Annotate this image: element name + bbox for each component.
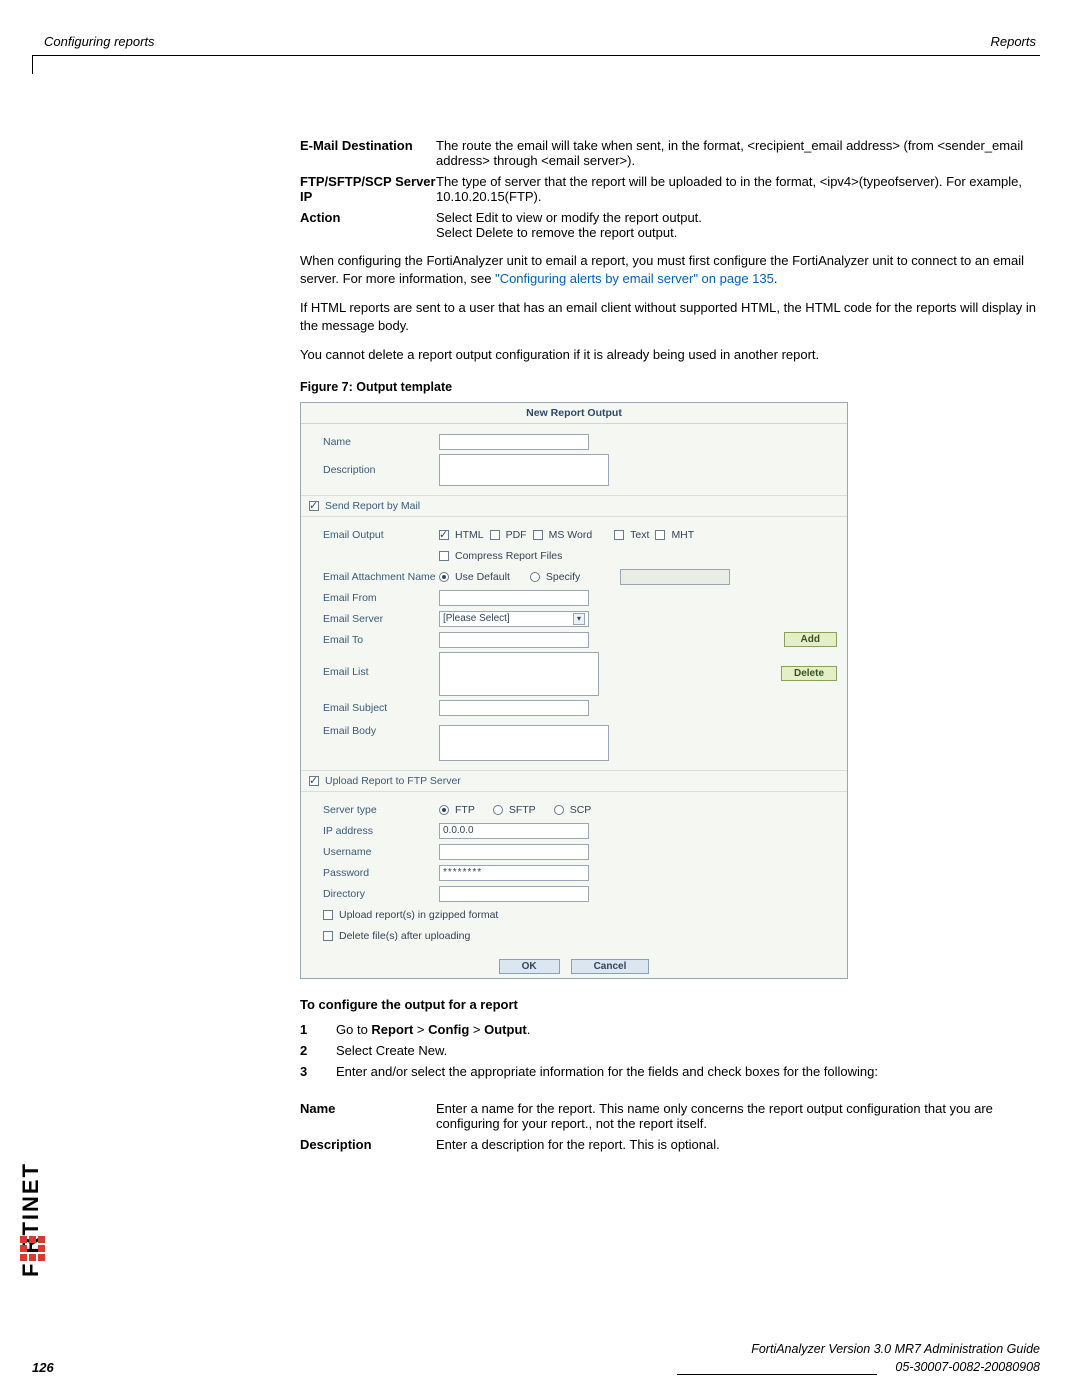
btn-ok[interactable]: OK: [499, 959, 560, 974]
def2-term-desc: Description: [300, 1137, 436, 1152]
lbl-gzip: Upload report(s) in gzipped format: [339, 909, 498, 921]
lbl-specify: Specify: [546, 571, 580, 583]
rb-specify[interactable]: [530, 572, 540, 582]
rb-ftp[interactable]: [439, 805, 449, 815]
header-right: Reports: [990, 34, 1036, 49]
cb-compress[interactable]: [439, 551, 449, 561]
rb-scp[interactable]: [554, 805, 564, 815]
lbl-mht: MHT: [671, 529, 694, 541]
lbl-html: HTML: [455, 529, 484, 541]
step-num-2: 2: [300, 1043, 336, 1058]
steps-title: To configure the output for a report: [300, 997, 1046, 1012]
btn-add[interactable]: Add: [784, 632, 837, 647]
lbl-ip: IP address: [311, 825, 439, 837]
fld-user[interactable]: [439, 844, 589, 860]
lbl-pass: Password: [311, 867, 439, 879]
btn-cancel[interactable]: Cancel: [571, 959, 650, 974]
sel-server[interactable]: [Please Select]▾: [439, 611, 589, 627]
def-desc-email-dest: The route the email will take when sent,…: [436, 138, 1046, 168]
lbl-attach: Email Attachment Name: [311, 571, 439, 583]
lbl-email-output: Email Output: [311, 529, 439, 541]
step-text-2: Select Create New.: [336, 1043, 1046, 1058]
def2-desc-desc: Enter a description for the report. This…: [436, 1137, 1046, 1152]
lbl-scp: SCP: [570, 804, 592, 816]
cb-html[interactable]: [439, 530, 449, 540]
cb-gzip[interactable]: [323, 910, 333, 920]
fld-desc-input[interactable]: [439, 454, 609, 486]
step-text-3: Enter and/or select the appropriate info…: [336, 1064, 1046, 1079]
fld-name-label: Name: [311, 436, 439, 448]
fld-subj[interactable]: [439, 700, 589, 716]
cb-pdf[interactable]: [490, 530, 500, 540]
rb-usedefault[interactable]: [439, 572, 449, 582]
step-text-1: Go to Report > Config > Output.: [336, 1022, 1046, 1037]
lbl-stype: Server type: [311, 804, 439, 816]
def2-desc-name: Enter a name for the report. This name o…: [436, 1101, 1046, 1131]
chevron-down-icon: ▾: [573, 613, 585, 625]
logo-icon: [20, 1236, 45, 1261]
lbl-text: Text: [630, 529, 649, 541]
lbl-pdf: PDF: [506, 529, 527, 541]
cb-delafter[interactable]: [323, 931, 333, 941]
fld-specify-input[interactable]: [620, 569, 730, 585]
link-configuring-alerts[interactable]: "Configuring alerts by email server" on …: [495, 271, 774, 286]
figure-caption: Figure 7: Output template: [300, 380, 1046, 394]
rb-sftp[interactable]: [493, 805, 503, 815]
fld-desc-label: Description: [311, 464, 439, 476]
footer-line1: FortiAnalyzer Version 3.0 MR7 Administra…: [32, 1341, 1040, 1357]
fld-list[interactable]: [439, 652, 599, 696]
lbl-list: Email List: [311, 652, 439, 678]
para1b: .: [774, 271, 778, 286]
lbl-user: Username: [311, 846, 439, 858]
def-term-ftp-ip: FTP/SFTP/SCP Server IP: [300, 174, 436, 204]
lbl-upload-ftp: Upload Report to FTP Server: [325, 775, 461, 787]
fld-pass[interactable]: ********: [439, 865, 589, 881]
lbl-sftp: SFTP: [509, 804, 536, 816]
lbl-usedefault: Use Default: [455, 571, 510, 583]
lbl-ftp: FTP: [455, 804, 475, 816]
def2-term-name: Name: [300, 1101, 436, 1131]
lbl-delafter: Delete file(s) after uploading: [339, 930, 470, 942]
figure-output-template: New Report Output Name Description Send …: [300, 402, 848, 979]
figure-title: New Report Output: [301, 403, 847, 424]
header-left: Configuring reports: [44, 34, 155, 49]
footer-line2: 05-30007-0082-20080908: [895, 1359, 1040, 1375]
fld-ip[interactable]: 0.0.0.0: [439, 823, 589, 839]
cb-text[interactable]: [614, 530, 624, 540]
lbl-subj: Email Subject: [311, 702, 439, 714]
step-num-1: 1: [300, 1022, 336, 1037]
para2: If HTML reports are sent to a user that …: [300, 299, 1046, 334]
btn-delete[interactable]: Delete: [781, 666, 837, 681]
page-number: 126: [32, 1360, 54, 1375]
lbl-to: Email To: [311, 634, 439, 646]
para3: You cannot delete a report output config…: [300, 346, 1046, 364]
fld-to[interactable]: [439, 632, 589, 648]
fld-name-input[interactable]: [439, 434, 589, 450]
def-desc-action: Select Edit to view or modify the report…: [436, 210, 1046, 240]
brand-logo: F RTINET: [18, 1162, 44, 1277]
def-term-action: Action: [300, 210, 436, 240]
lbl-msword: MS Word: [549, 529, 593, 541]
step-num-3: 3: [300, 1064, 336, 1079]
fld-from[interactable]: [439, 590, 589, 606]
lbl-compress: Compress Report Files: [455, 550, 562, 562]
lbl-from: Email From: [311, 592, 439, 604]
fld-dir[interactable]: [439, 886, 589, 902]
cb-mht[interactable]: [655, 530, 665, 540]
lbl-server: Email Server: [311, 613, 439, 625]
lbl-send-mail: Send Report by Mail: [325, 500, 420, 512]
def-term-email-dest: E-Mail Destination: [300, 138, 436, 168]
cb-upload-ftp[interactable]: [309, 776, 319, 786]
cb-msword[interactable]: [533, 530, 543, 540]
def-desc-ftp-ip: The type of server that the report will …: [436, 174, 1046, 204]
lbl-body: Email Body: [311, 725, 439, 737]
fld-body[interactable]: [439, 725, 609, 761]
cb-send-mail[interactable]: [309, 501, 319, 511]
lbl-dir: Directory: [311, 888, 439, 900]
